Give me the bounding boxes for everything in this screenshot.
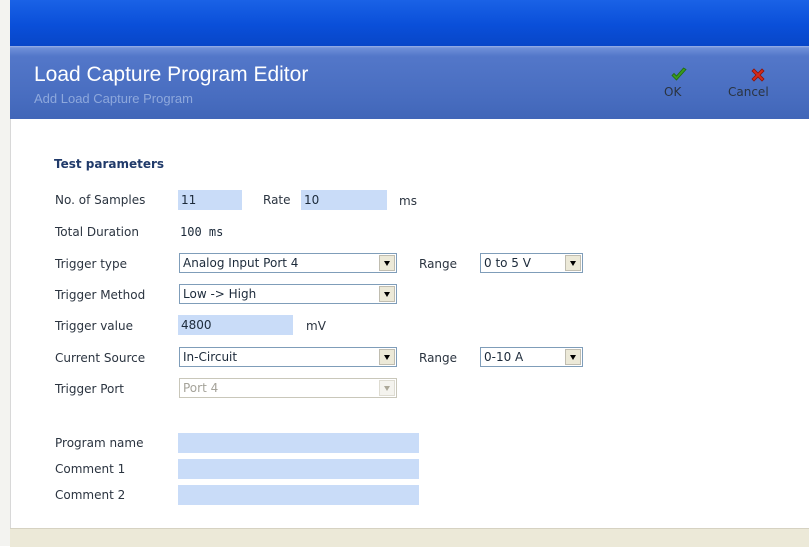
rate-label: Rate [263, 193, 291, 207]
trigger-type-select[interactable]: Analog Input Port 4 [179, 253, 397, 273]
trigger-type-label: Trigger type [55, 257, 128, 271]
current-range-select[interactable]: 0-10 A [480, 347, 583, 367]
current-source-label: Current Source [55, 351, 146, 365]
comment2-input[interactable] [178, 485, 419, 505]
trigger-value-input[interactable]: 4800 [178, 315, 293, 335]
trigger-port-label: Trigger Port [55, 382, 124, 396]
rate-input[interactable]: 10 [301, 190, 387, 210]
chevron-down-icon[interactable] [565, 349, 581, 365]
trigger-range-value: 0 to 5 V [484, 256, 531, 270]
trigger-port-select: Port 4 [179, 378, 397, 398]
checkmark-icon [664, 66, 694, 84]
form-panel: Test parameters No. of Samples 11 Rate 1… [10, 119, 809, 528]
page-subtitle: Add Load Capture Program [34, 91, 193, 106]
chevron-down-icon[interactable] [379, 286, 395, 302]
chevron-down-icon[interactable] [379, 349, 395, 365]
cancel-label: Cancel [728, 85, 769, 99]
cancel-button[interactable]: Cancel [728, 66, 788, 99]
current-source-value: In-Circuit [183, 350, 238, 364]
trigger-method-select[interactable]: Low -> High [179, 284, 397, 304]
samples-input[interactable]: 11 [178, 190, 242, 210]
rate-unit: ms [399, 194, 417, 208]
trigger-value-label: Trigger value [55, 319, 133, 333]
title-bar [10, 0, 809, 46]
comment1-input[interactable] [178, 459, 419, 479]
ok-label: OK [664, 85, 682, 99]
trigger-value-unit: mV [306, 319, 326, 333]
page-title: Load Capture Program Editor [34, 63, 309, 86]
trigger-range-select[interactable]: 0 to 5 V [480, 253, 583, 273]
ok-button[interactable]: OK [664, 66, 694, 99]
chevron-down-icon[interactable] [565, 255, 581, 271]
left-border [0, 0, 10, 546]
program-name-label: Program name [55, 436, 144, 450]
close-icon [728, 66, 788, 84]
total-duration-label: Total Duration [55, 225, 139, 239]
status-strip [10, 528, 809, 547]
current-range-value: 0-10 A [484, 350, 524, 364]
comment1-label: Comment 1 [55, 462, 126, 476]
trigger-range-label: Range [419, 257, 458, 271]
comment2-label: Comment 2 [55, 488, 126, 502]
chevron-down-icon[interactable] [379, 255, 395, 271]
chevron-down-icon [379, 380, 395, 396]
trigger-method-value: Low -> High [183, 287, 257, 301]
section-title: Test parameters [54, 157, 165, 171]
trigger-type-value: Analog Input Port 4 [183, 256, 299, 270]
trigger-port-value: Port 4 [183, 381, 219, 395]
current-range-label: Range [419, 351, 458, 365]
editor-header: Load Capture Program Editor Add Load Cap… [10, 46, 809, 119]
trigger-method-label: Trigger Method [55, 288, 146, 302]
program-name-input[interactable] [178, 433, 419, 453]
current-source-select[interactable]: In-Circuit [179, 347, 397, 367]
samples-label: No. of Samples [55, 193, 146, 207]
total-duration-value: 100 ms [180, 225, 224, 239]
